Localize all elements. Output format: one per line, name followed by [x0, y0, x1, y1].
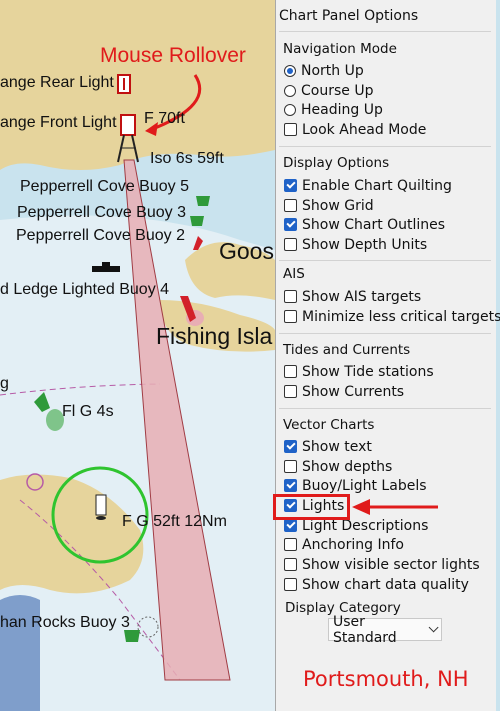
checkbox-show-grid[interactable]: Show Grid	[284, 196, 374, 215]
checkbox-box[interactable]	[284, 519, 297, 532]
checkbox-box[interactable]	[284, 578, 297, 591]
checkbox-box[interactable]	[284, 179, 297, 192]
display-category-value: User Standard	[333, 613, 397, 646]
display-category-select[interactable]: User Standard	[328, 614, 442, 646]
checkbox-box[interactable]	[284, 460, 297, 473]
checkbox-box[interactable]	[284, 479, 297, 492]
chart-panel-options: Chart Panel Options Navigation Mode Nort…	[275, 0, 500, 711]
radio-north-up[interactable]: North Up	[284, 61, 364, 80]
buoy-5-label: Pepperrell Cove Buoy 5	[20, 178, 189, 195]
fishing-island-label: Fishing Isla	[156, 323, 273, 349]
panel-title: Chart Panel Options	[279, 8, 419, 24]
checkbox-show-depths[interactable]: Show depths	[284, 457, 392, 476]
separator	[279, 333, 491, 334]
checkbox-box[interactable]	[284, 558, 297, 571]
radio-indicator[interactable]	[284, 64, 296, 77]
radio-heading-up[interactable]: Heading Up	[284, 100, 383, 119]
checkbox-depth-units[interactable]: Show Depth Units	[284, 235, 427, 254]
separator	[279, 260, 491, 261]
section-navigation-mode: Navigation Mode	[283, 41, 397, 57]
checkbox-data-quality[interactable]: Show chart data quality	[284, 575, 469, 594]
checkbox-box[interactable]	[284, 290, 297, 303]
section-display-options: Display Options	[283, 155, 390, 171]
lights-arrow	[352, 499, 438, 515]
checkbox-currents[interactable]: Show Currents	[284, 382, 404, 401]
radio-indicator[interactable]	[284, 84, 296, 97]
buoy-3-label: Pepperrell Cove Buoy 3	[17, 204, 186, 221]
flg-label: Fl G 4s	[62, 403, 114, 420]
checkbox-box[interactable]	[284, 123, 297, 136]
buoy-2-label: Pepperrell Cove Buoy 2	[16, 227, 185, 244]
range-front-label: ange Front Light	[0, 114, 117, 131]
location-annotation: Portsmouth, NH	[303, 667, 469, 691]
rocks-buoy-label: han Rocks Buoy 3	[0, 614, 130, 631]
section-vector-charts: Vector Charts	[283, 417, 375, 433]
checkbox-box[interactable]	[284, 238, 297, 251]
channel-label-fragment: g	[0, 375, 9, 392]
checkbox-chart-quilting[interactable]: Enable Chart Quilting	[284, 176, 452, 195]
section-ais: AIS	[283, 266, 305, 282]
checkbox-box[interactable]	[284, 218, 297, 231]
radio-indicator[interactable]	[284, 103, 296, 116]
checkbox-anchoring-info[interactable]: Anchoring Info	[284, 535, 404, 554]
fg52-label: F G 52ft 12Nm	[122, 513, 227, 530]
section-tides-currents: Tides and Currents	[283, 342, 411, 358]
iso-light-characteristic: Iso 6s 59ft	[150, 150, 224, 167]
mouse-rollover-annotation: Mouse Rollover	[100, 44, 246, 67]
range-rear-light-icon[interactable]	[117, 74, 131, 94]
checkbox-box[interactable]	[284, 310, 297, 323]
range-rear-label: ange Rear Light	[0, 74, 114, 91]
checkbox-buoy-light-labels[interactable]: Buoy/Light Labels	[284, 476, 427, 495]
chevron-down-icon	[428, 622, 439, 633]
checkbox-minimize-targets[interactable]: Minimize less critical targets	[284, 307, 500, 326]
separator	[279, 408, 491, 409]
ledge-buoy-label: d Ledge Lighted Buoy 4	[0, 281, 170, 298]
checkbox-show-text[interactable]: Show text	[284, 437, 372, 456]
separator	[279, 146, 491, 147]
arrow-head-icon	[352, 499, 370, 515]
radio-course-up[interactable]: Course Up	[284, 81, 373, 100]
rocks-area	[0, 595, 40, 711]
checkbox-box[interactable]	[284, 365, 297, 378]
checkbox-tide-stations[interactable]: Show Tide stations	[284, 362, 434, 381]
buoy-3-icon[interactable]	[190, 216, 204, 226]
front-light-characteristic: F 70ft	[144, 110, 185, 127]
checkbox-box[interactable]	[284, 538, 297, 551]
checkbox-ais-targets[interactable]: Show AIS targets	[284, 287, 421, 306]
goose-island-label: Goos	[219, 238, 274, 264]
checkbox-box[interactable]	[284, 385, 297, 398]
checkbox-chart-outlines[interactable]: Show Chart Outlines	[284, 215, 445, 234]
checkbox-box[interactable]	[284, 199, 297, 212]
separator	[279, 31, 491, 32]
checkbox-sector-lights[interactable]: Show visible sector lights	[284, 555, 480, 574]
checkbox-look-ahead[interactable]: Look Ahead Mode	[284, 120, 426, 139]
checkbox-box[interactable]	[284, 440, 297, 453]
lights-highlight-box	[273, 494, 350, 520]
buoy-5-icon[interactable]	[196, 196, 210, 206]
